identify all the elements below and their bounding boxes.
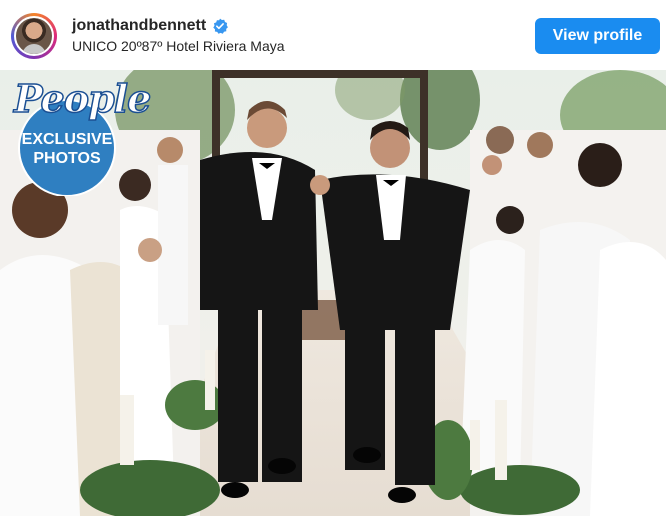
post-photo: People EXCLUSIVE PHOTOS [0,70,666,516]
username-link[interactable]: jonathandbennett [72,17,206,35]
badge-line-2: PHOTOS [33,150,101,167]
people-logo-text: People [13,75,152,122]
profile-avatar[interactable] [11,13,57,59]
view-profile-button[interactable]: View profile [535,18,660,54]
verified-badge-icon [213,18,229,34]
location-link[interactable]: UNICO 20º87º Hotel Riviera Maya [72,38,285,54]
exclusive-photos-label: EXCLUSIVE PHOTOS [18,130,116,168]
badge-line-1: EXCLUSIVE [21,131,113,148]
avatar-image [14,16,54,56]
username-row: jonathandbennett [72,16,229,36]
post-header: jonathandbennett UNICO 20º87º Hotel Rivi… [0,0,666,70]
